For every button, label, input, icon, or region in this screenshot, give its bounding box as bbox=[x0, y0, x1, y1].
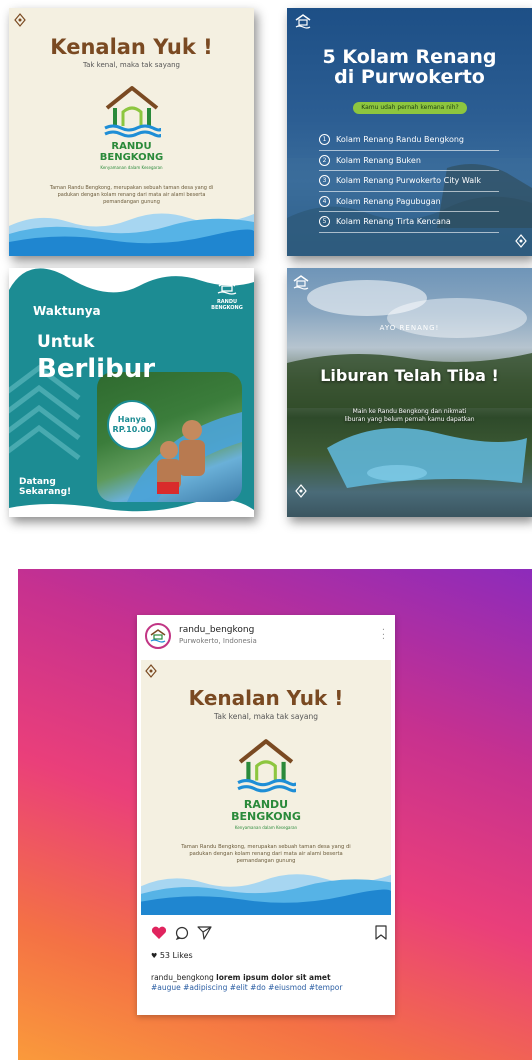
brand-name-2: BENGKONG bbox=[99, 152, 164, 163]
cta-label: Datang Sekarang! bbox=[19, 477, 72, 498]
pool-list: 1 Kolam Renang Randu Bengkong 2 Kolam Rena… bbox=[319, 130, 499, 233]
diamond-logo-icon bbox=[515, 234, 527, 248]
heart-icon[interactable] bbox=[151, 926, 167, 940]
badge-line-1: Hanya bbox=[117, 415, 147, 424]
badge-line-2: RP.10.00 bbox=[112, 424, 152, 434]
kenalan-post: Kenalan Yuk ! Tak kenal, maka tak sayang… bbox=[9, 8, 254, 256]
post-description: Taman Randu Bengkong, merupakan sebuah t… bbox=[49, 185, 214, 205]
post-title: 5 Kolam Renang di Purwokerto bbox=[287, 46, 532, 88]
list-item: 5 Kolam Renang Tirta Kencana bbox=[319, 212, 499, 233]
item-label: Kolam Renang Pagubugan bbox=[336, 196, 441, 206]
post-title: Kenalan Yuk ! bbox=[188, 686, 344, 710]
title-line-1: 5 Kolam Renang bbox=[322, 46, 497, 68]
diamond-logo-icon bbox=[14, 13, 26, 27]
caption-text: lorem ipsum dolor sit amet bbox=[216, 973, 331, 982]
berlibur-label: Berlibur bbox=[37, 354, 156, 384]
desc-line-2: liburan yang belum pernah kamu dapatkan bbox=[344, 415, 475, 423]
item-label: Kolam Renang Buken bbox=[336, 155, 421, 165]
list-item: 1 Kolam Renang Randu Bengkong bbox=[319, 130, 499, 151]
caption-username[interactable]: randu_bengkong bbox=[151, 973, 214, 982]
house-logo-icon bbox=[104, 86, 161, 138]
kolam-list-post: 5 Kolam Renang di Purwokerto Kamu udah p… bbox=[287, 8, 532, 256]
caption: randu_bengkong lorem ipsum dolor sit ame… bbox=[151, 973, 383, 993]
title-line-2: di Purwokerto bbox=[334, 65, 485, 88]
waktunya-label: Waktunya bbox=[33, 304, 101, 318]
post-description: Taman Randu Bengkong, merupakan sebuah t… bbox=[181, 844, 351, 865]
brand-name-1: RANDU bbox=[243, 798, 289, 811]
wave-decoration bbox=[9, 213, 254, 256]
item-number: 5 bbox=[319, 216, 330, 228]
item-number: 4 bbox=[319, 195, 330, 207]
post-image[interactable]: Kenalan Yuk ! Tak kenal, maka tak sayang… bbox=[141, 660, 391, 915]
item-number: 2 bbox=[319, 154, 330, 166]
brand-tagline: Kenyamanan dalam Kesegaran bbox=[100, 165, 163, 170]
wave-decoration bbox=[141, 874, 391, 915]
post-subtitle: Tak kenal, maka tak sayang bbox=[82, 61, 181, 69]
diamond-logo-icon bbox=[295, 484, 307, 498]
post-subtitle: Tak kenal, maka tak sayang bbox=[214, 712, 318, 721]
house-logo-icon bbox=[293, 275, 309, 290]
username-link[interactable]: randu_bengkong bbox=[179, 625, 254, 635]
instagram-post: randu_bengkong Purwokerto, Indonesia · · ·… bbox=[137, 615, 395, 1015]
brand-name-2: BENGKONG bbox=[231, 810, 301, 823]
item-label: Kolam Renang Purwokerto City Walk bbox=[336, 176, 481, 186]
house-logo-icon bbox=[217, 279, 237, 295]
avatar[interactable] bbox=[145, 623, 171, 649]
item-label: Kolam Renang Tirta Kencana bbox=[336, 217, 451, 227]
brand-tagline: Kenyamanan dalam Kesegaran bbox=[234, 825, 298, 830]
bookmark-icon[interactable] bbox=[375, 925, 387, 940]
post-description: Main ke Randu Bengkong dan nikmati libur… bbox=[307, 408, 512, 424]
landscape-photo bbox=[287, 280, 532, 488]
caption-hashtags[interactable]: #augue #adipiscing #elit #do #eiusmod #t… bbox=[151, 983, 342, 992]
list-item: 3 Kolam Renang Purwokerto City Walk bbox=[319, 171, 499, 192]
brand-logo: RANDU BENGKONG bbox=[209, 278, 245, 311]
berlibur-post: Waktunya Untuk Berlibur Hanya RP.10.00 D… bbox=[9, 268, 254, 517]
liburan-post: AYO RENANG! Liburan Telah Tiba ! Main ke… bbox=[287, 268, 532, 517]
location-link[interactable]: Purwokerto, Indonesia bbox=[179, 637, 257, 645]
item-number: 1 bbox=[319, 134, 330, 146]
diamond-logo-icon bbox=[145, 664, 157, 678]
post-title: Liburan Telah Tiba ! bbox=[320, 366, 499, 385]
desc-line-1: Main ke Randu Bengkong dan nikmati bbox=[352, 408, 467, 415]
list-item: 4 Kolam Renang Pagubugan bbox=[319, 192, 499, 212]
list-item: 2 Kolam Renang Buken bbox=[319, 151, 499, 171]
logo-line-2: BENGKONG bbox=[211, 304, 243, 311]
likes-text: 53 Likes bbox=[159, 951, 193, 960]
small-heart-icon: ♥ bbox=[151, 952, 158, 960]
brand-name-1: RANDU bbox=[111, 141, 152, 152]
untuk-label: Untuk bbox=[37, 332, 95, 352]
ayo-renang-label: AYO RENANG! bbox=[379, 324, 440, 332]
share-icon[interactable] bbox=[197, 925, 212, 940]
question-pill: Kamu udah pernah kemana nih? bbox=[353, 102, 467, 114]
house-logo-icon bbox=[150, 629, 166, 643]
cta-line-2: Sekarang! bbox=[19, 486, 72, 497]
house-logo-icon bbox=[295, 14, 311, 29]
item-label: Kolam Renang Randu Bengkong bbox=[336, 135, 464, 145]
likes-count[interactable]: ♥ 53 Likes bbox=[151, 951, 193, 960]
action-bar bbox=[151, 924, 387, 942]
post-title: Kenalan Yuk ! bbox=[50, 35, 213, 59]
item-number: 3 bbox=[319, 175, 330, 187]
comment-icon[interactable] bbox=[175, 926, 189, 940]
more-options-icon[interactable]: · · · bbox=[382, 626, 385, 645]
price-badge: Hanya RP.10.00 bbox=[107, 400, 157, 450]
house-logo-icon bbox=[237, 739, 296, 793]
